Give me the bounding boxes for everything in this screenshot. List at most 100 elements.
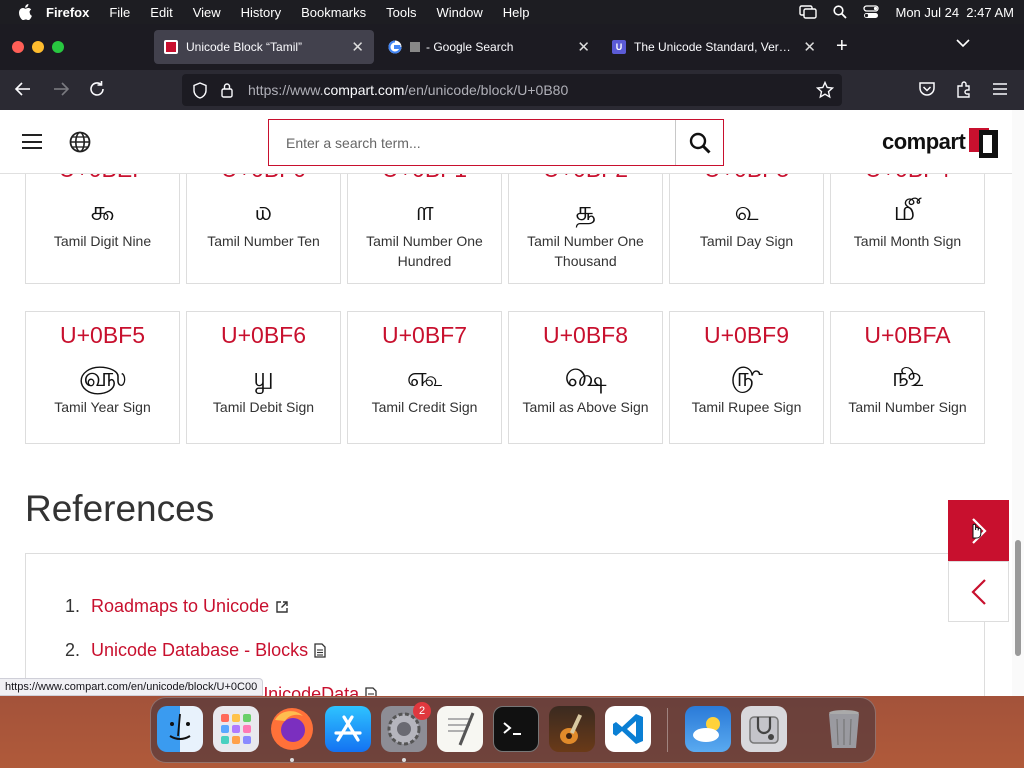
tab-google-search[interactable]: - Google Search ✕ [378, 30, 600, 64]
menu-edit[interactable]: Edit [150, 5, 172, 20]
char-card[interactable]: U+0BF8 ௸ Tamil as Above Sign [508, 311, 663, 444]
notification-badge: 2 [413, 702, 431, 720]
char-card[interactable]: U+0BF6 ௶ Tamil Debit Sign [186, 311, 341, 444]
char-glyph: ௹ [730, 362, 763, 392]
tracking-protection-shield-icon[interactable] [192, 81, 208, 99]
site-header: compart [0, 110, 1012, 174]
list-all-tabs-chevron-icon[interactable] [956, 38, 970, 48]
reference-item: 2. Unicode Database - Blocks [65, 640, 326, 661]
url-prefix: https://www. [248, 82, 324, 98]
disk-utility-icon[interactable] [741, 706, 787, 752]
next-block-button[interactable] [948, 500, 1009, 561]
menu-app-name[interactable]: Firefox [46, 5, 89, 20]
tab-unicode-standard[interactable]: U The Unicode Standard, Version ✕ [602, 30, 826, 64]
url-text[interactable]: https://www.compart.com/en/unicode/block… [248, 82, 568, 98]
char-glyph: ௷ [406, 362, 443, 392]
char-glyph: ௴ [893, 196, 922, 226]
site-search-button[interactable] [675, 120, 723, 165]
lock-icon[interactable] [220, 82, 234, 98]
language-globe-icon[interactable] [68, 130, 92, 154]
spotlight-search-icon[interactable] [833, 5, 848, 19]
launchpad-icon[interactable] [213, 706, 259, 752]
compart-logo[interactable]: compart [882, 126, 999, 158]
char-glyph: ௰ [254, 196, 273, 226]
char-glyph: ௺ [891, 362, 924, 392]
url-path: /en/unicode/block/U+0B80 [404, 82, 569, 98]
page-scrollbar[interactable] [1012, 110, 1024, 696]
bookmark-star-icon[interactable] [816, 81, 834, 99]
char-card[interactable]: U+0BF7 ௷ Tamil Credit Sign [347, 311, 502, 444]
menu-history[interactable]: History [241, 5, 281, 20]
document-icon [365, 687, 377, 696]
char-name: Tamil Rupee Sign [691, 399, 802, 415]
dock: 2 [150, 697, 876, 763]
back-arrow-icon[interactable] [14, 80, 32, 98]
trash-icon[interactable] [821, 706, 867, 752]
close-tab-icon[interactable]: ✕ [803, 38, 816, 56]
reference-link[interactable]: Unicode Database - Blocks [91, 640, 308, 661]
url-domain: compart.com [323, 82, 405, 98]
weather-icon[interactable] [685, 706, 731, 752]
char-glyph: ௸ [564, 362, 607, 392]
char-name: Tamil Number One Thousand [527, 233, 644, 269]
pocket-icon[interactable] [918, 80, 936, 98]
references-heading: References [25, 488, 215, 529]
scrollbar-thumb[interactable] [1015, 540, 1021, 656]
menu-bar: Firefox File Edit View History Bookmarks… [0, 0, 1024, 24]
finder-icon[interactable] [157, 706, 203, 752]
menu-tools[interactable]: Tools [386, 5, 416, 20]
site-search-box [268, 119, 724, 166]
menu-file[interactable]: File [109, 5, 130, 20]
reference-number: 2. [65, 640, 81, 660]
url-bar[interactable]: https://www.compart.com/en/unicode/block… [182, 74, 842, 106]
close-tab-icon[interactable]: ✕ [577, 38, 590, 56]
forward-arrow-icon[interactable] [52, 80, 70, 98]
link-status-url: https://www.compart.com/en/unicode/block… [0, 678, 264, 696]
char-glyph: ௶ [253, 362, 274, 392]
external-link-icon [276, 600, 288, 613]
chevron-left-icon [970, 578, 986, 605]
apple-icon[interactable] [18, 4, 32, 20]
tab-title: The Unicode Standard, Version [634, 40, 796, 54]
char-name: Tamil as Above Sign [522, 399, 649, 415]
menu-window[interactable]: Window [437, 5, 483, 20]
menubar-clock[interactable]: Mon Jul 24 2:47 AM [895, 5, 1014, 20]
reference-link[interactable]: Roadmaps to Unicode [91, 596, 269, 617]
app-store-icon[interactable] [325, 706, 371, 752]
vscode-icon[interactable] [605, 706, 651, 752]
reload-icon[interactable] [88, 80, 106, 98]
char-code: U+0BF6 [220, 322, 306, 348]
char-glyph: ௵ [78, 362, 127, 392]
char-code: U+0BF7 [381, 322, 467, 348]
tab-unicode-block-tamil[interactable]: Unicode Block “Tamil” ✕ [154, 30, 374, 64]
tab-title: Unicode Block “Tamil” [186, 40, 303, 54]
control-center-icon[interactable] [863, 5, 880, 19]
zoom-window-button[interactable] [52, 41, 64, 53]
site-menu-hamburger-icon[interactable] [22, 134, 42, 149]
char-card[interactable]: U+0BF5 ௵ Tamil Year Sign [25, 311, 180, 444]
char-name: Tamil Number One Hundred [366, 233, 483, 269]
garageband-icon[interactable] [549, 706, 595, 752]
previous-block-button[interactable] [948, 561, 1009, 622]
close-tab-icon[interactable]: ✕ [351, 38, 364, 56]
textedit-icon[interactable] [437, 706, 483, 752]
new-tab-button[interactable]: + [836, 36, 848, 56]
char-card[interactable]: U+0BF9 ௹ Tamil Rupee Sign [669, 311, 824, 444]
reference-number: 1. [65, 596, 81, 616]
char-card[interactable]: U+0BFA ௺ Tamil Number Sign [830, 311, 985, 444]
extensions-puzzle-icon[interactable] [955, 80, 973, 98]
minimize-window-button[interactable] [32, 41, 44, 53]
menu-view[interactable]: View [193, 5, 221, 20]
menu-bookmarks[interactable]: Bookmarks [301, 5, 366, 20]
screen-mirroring-icon[interactable] [799, 5, 818, 19]
app-menu-hamburger-icon[interactable] [992, 80, 1008, 98]
menu-help[interactable]: Help [503, 5, 530, 20]
window-controls [12, 41, 64, 53]
close-window-button[interactable] [12, 41, 24, 53]
google-favicon-icon [388, 40, 402, 54]
site-search-input[interactable] [269, 120, 675, 165]
terminal-icon[interactable] [493, 706, 539, 752]
web-page: compart U+0BEF ௯ Tamil Digit Nine U+0BF0… [0, 110, 1012, 696]
char-name: Tamil Number Ten [207, 233, 320, 249]
firefox-icon[interactable] [269, 706, 315, 752]
